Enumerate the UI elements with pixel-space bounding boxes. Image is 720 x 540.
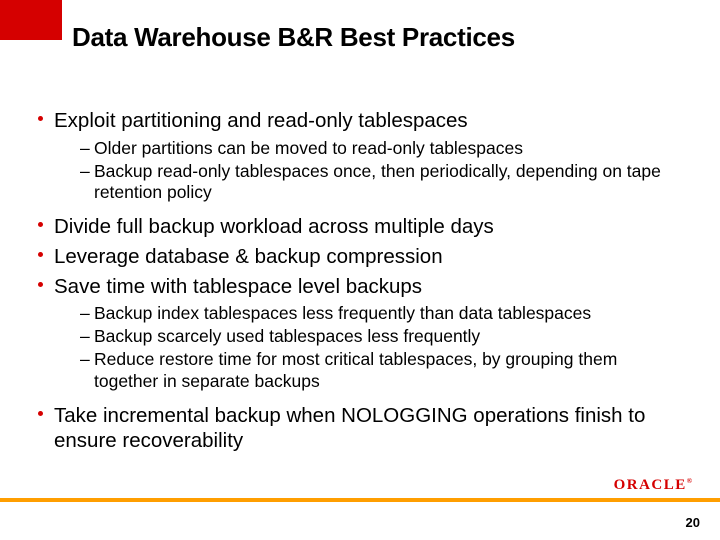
registered-icon: ® [687,477,692,485]
sub-bullet-group: – Backup index tablespaces less frequent… [80,303,686,393]
dash-icon: – [80,161,90,183]
bullet-level1: Divide full backup workload across multi… [34,214,686,240]
bullet-text: Exploit partitioning and read-only table… [54,109,468,132]
bullet-dot-icon [38,252,43,257]
bullet-level2: – Backup scarcely used tablespaces less … [80,326,686,348]
bullet-level1: Leverage database & backup compression [34,244,686,270]
oracle-logo: ORACLE® [614,477,692,494]
dash-icon: – [80,326,90,348]
bullet-text: Reduce restore time for most critical ta… [94,349,617,391]
logo-text: ORACLE [614,477,687,493]
bullet-level1: Exploit partitioning and read-only table… [34,108,686,134]
dash-icon: – [80,138,90,160]
bullet-text: Backup read-only tablespaces once, then … [94,161,661,203]
dash-icon: – [80,303,90,325]
bullet-text: Leverage database & backup compression [54,245,443,268]
bullet-dot-icon [38,411,43,416]
bullet-text: Take incremental backup when NOLOGGING o… [54,404,645,453]
bullet-text: Older partitions can be moved to read-on… [94,138,523,158]
dash-icon: – [80,349,90,371]
footer-divider [0,498,720,502]
bullet-dot-icon [38,222,43,227]
bullet-text: Save time with tablespace level backups [54,275,422,298]
bullet-level2: – Backup read-only tablespaces once, the… [80,161,686,205]
bullet-text: Divide full backup workload across multi… [54,215,494,238]
slide-content: Exploit partitioning and read-only table… [34,108,686,458]
bullet-dot-icon [38,116,43,121]
bullet-level2: – Older partitions can be moved to read-… [80,138,686,160]
sub-bullet-group: – Older partitions can be moved to read-… [80,138,686,205]
bullet-dot-icon [38,282,43,287]
bullet-text: Backup index tablespaces less frequently… [94,303,591,323]
page-number: 20 [686,515,700,530]
slide-title: Data Warehouse B&R Best Practices [72,22,515,53]
bullet-level1: Take incremental backup when NOLOGGING o… [34,403,686,454]
bullet-level1: Save time with tablespace level backups [34,274,686,300]
brand-corner-block [0,0,62,40]
bullet-text: Backup scarcely used tablespaces less fr… [94,326,480,346]
bullet-level2: – Reduce restore time for most critical … [80,349,686,393]
bullet-level2: – Backup index tablespaces less frequent… [80,303,686,325]
